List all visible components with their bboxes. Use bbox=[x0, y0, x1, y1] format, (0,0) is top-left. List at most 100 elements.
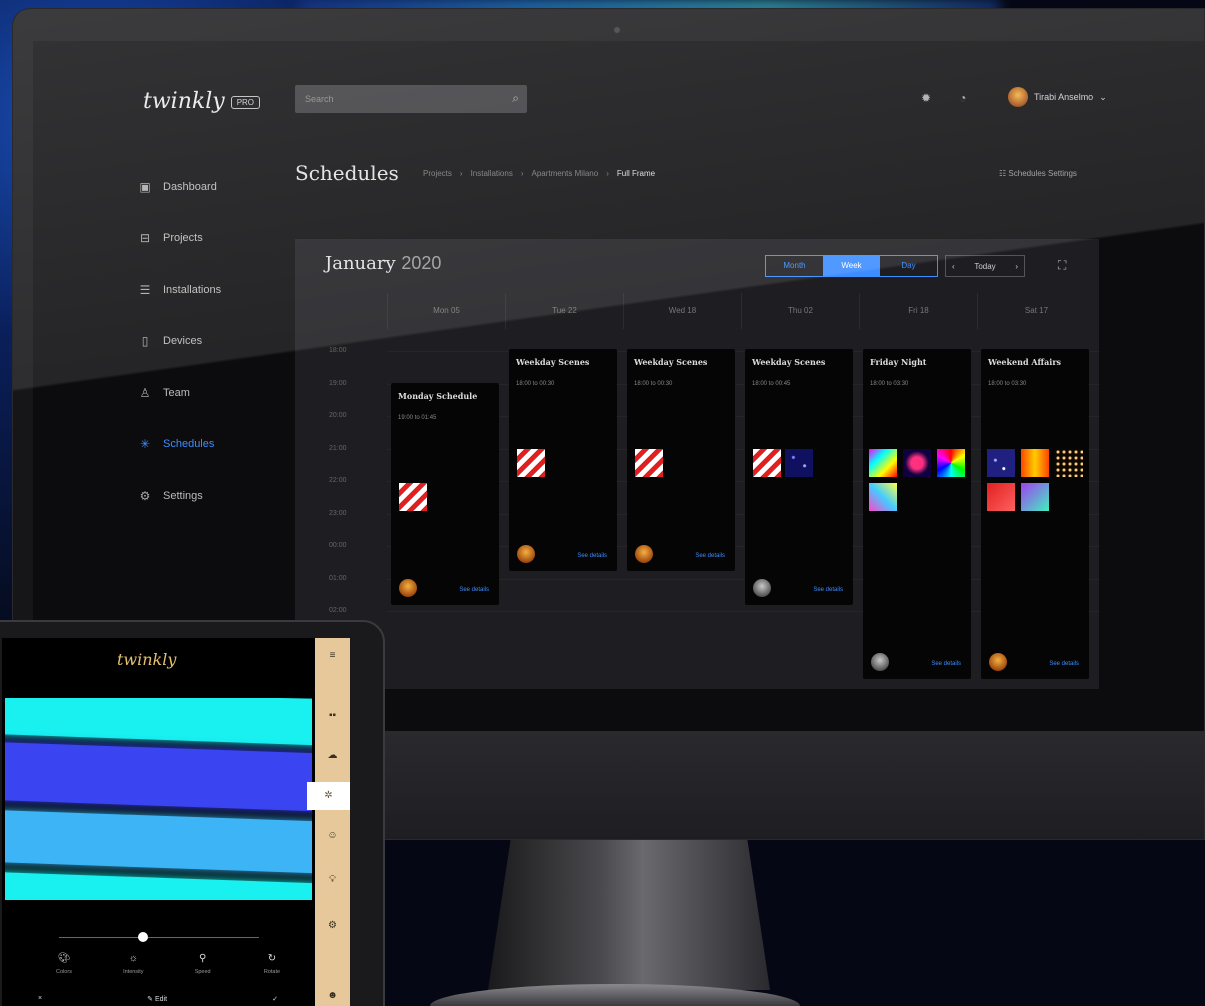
sidebar-item-label: Schedules bbox=[163, 438, 215, 451]
hour-label: 18:00 bbox=[329, 347, 347, 354]
sidebar-item-team[interactable]: ♙ Team bbox=[139, 367, 289, 419]
sidebar-item-schedules[interactable]: ✳ Schedules bbox=[139, 419, 289, 471]
effect-thumbnail bbox=[517, 449, 545, 477]
sidebar-item-projects[interactable]: ⊟ Projects bbox=[139, 213, 289, 265]
schedule-event[interactable]: Weekday Scenes 18:00 to 00:30 See details bbox=[509, 349, 617, 571]
sidebar-item-label: Dashboard bbox=[163, 180, 217, 193]
breadcrumb-separator: › bbox=[459, 169, 463, 178]
see-details-link[interactable]: See details bbox=[695, 553, 725, 559]
effect-thumbnail bbox=[635, 449, 663, 477]
schedule-event[interactable]: Weekday Scenes 18:00 to 00:45 See details bbox=[745, 349, 853, 605]
hour-label: 00:00 bbox=[329, 542, 347, 549]
see-details-link[interactable]: See details bbox=[813, 587, 843, 593]
effect-thumbnail bbox=[987, 483, 1015, 511]
view-day-button[interactable]: Day bbox=[880, 256, 937, 276]
sliders-icon: ☷ bbox=[999, 169, 1009, 178]
rotate-control[interactable]: ↻ Rotate bbox=[246, 953, 298, 975]
effect-thumbnail bbox=[1021, 449, 1049, 477]
settings-icon: ⚙ bbox=[139, 488, 151, 503]
search-input[interactable]: Search ⌕ bbox=[295, 85, 527, 113]
see-details-link[interactable]: See details bbox=[577, 553, 607, 559]
breadcrumb-item[interactable]: Installations bbox=[471, 169, 513, 178]
hour-label: 22:00 bbox=[329, 477, 347, 484]
edit-button[interactable]: ✎ Edit bbox=[147, 995, 167, 1003]
gear-icon[interactable]: ⚙ bbox=[315, 920, 350, 931]
avatar bbox=[517, 545, 535, 563]
breadcrumb: Projects › Installations › Apartments Mila… bbox=[423, 169, 655, 178]
fullscreen-icon[interactable]: ⛶ bbox=[1058, 258, 1066, 273]
bell-icon[interactable]: ◔ bbox=[959, 91, 966, 105]
event-time: 18:00 to 00:30 bbox=[634, 381, 673, 387]
view-week-button[interactable]: Week bbox=[823, 256, 880, 276]
sidebar-item-installations[interactable]: ☰ Installations bbox=[139, 264, 289, 316]
day-header: Mon 05 bbox=[387, 293, 505, 329]
breadcrumb-item[interactable]: Projects bbox=[423, 169, 452, 178]
avatar bbox=[1008, 87, 1028, 107]
settings-icon[interactable]: ✹ bbox=[921, 91, 931, 105]
sun-icon: ☼ bbox=[128, 953, 138, 964]
event-time: 18:00 to 03:30 bbox=[870, 381, 909, 387]
breadcrumb-item[interactable]: Apartments Milano bbox=[532, 169, 599, 178]
menu-icon[interactable]: ≡ bbox=[315, 650, 350, 661]
schedule-event[interactable]: Weekend Affairs 18:00 to 03:30 See details bbox=[981, 349, 1089, 679]
breadcrumb-separator: › bbox=[520, 169, 524, 178]
palette-icon: 🎨︎ bbox=[57, 953, 71, 964]
date-navigator: ‹ Today › bbox=[945, 255, 1025, 277]
slider-knob[interactable] bbox=[138, 932, 148, 942]
day-header: Fri 18 bbox=[859, 293, 977, 329]
calendar-month: January 2020 bbox=[325, 253, 441, 274]
dashboard-icon: ▣ bbox=[139, 179, 151, 194]
calendar: January 2020 Month Week Day ‹ Today › ⛶ … bbox=[295, 239, 1099, 689]
year-label: 2020 bbox=[401, 253, 442, 273]
cloud-icon[interactable]: ☁ bbox=[315, 750, 350, 761]
sidebar-item-devices[interactable]: ▯ Devices bbox=[139, 316, 289, 368]
speed-control[interactable]: ⚲ Speed bbox=[177, 953, 229, 975]
sidebar-item-settings[interactable]: ⚙ Settings bbox=[139, 470, 289, 522]
event-title: Weekday Scenes bbox=[634, 357, 708, 367]
event-time: 18:00 to 00:45 bbox=[752, 381, 791, 387]
today-button[interactable]: Today bbox=[974, 262, 995, 271]
sidebar-item-dashboard[interactable]: ▣ Dashboard bbox=[139, 161, 289, 213]
user-menu[interactable]: Tirabi Anselmo ⌄ bbox=[1008, 87, 1107, 107]
next-icon[interactable]: › bbox=[1015, 262, 1018, 271]
control-label: Colors bbox=[56, 969, 72, 975]
avatar bbox=[753, 579, 771, 597]
bulb-icon[interactable]: 💡︎ bbox=[315, 874, 350, 885]
hour-label: 19:00 bbox=[329, 379, 347, 387]
prev-icon[interactable]: ‹ bbox=[952, 262, 955, 271]
projects-icon: ⊟ bbox=[139, 231, 151, 246]
search-placeholder: Search bbox=[305, 94, 334, 104]
control-label: Intensity bbox=[123, 969, 144, 975]
event-title: Weekend Affairs bbox=[988, 357, 1062, 367]
search-icon[interactable]: ⌕ bbox=[512, 91, 519, 106]
event-time: 18:00 to 03:30 bbox=[988, 381, 1027, 387]
effect-thumbnail bbox=[987, 449, 1015, 477]
smile-icon[interactable]: ☺ bbox=[315, 830, 350, 841]
effect-slider[interactable] bbox=[59, 932, 259, 942]
profile-icon[interactable]: ☻ bbox=[315, 990, 350, 1001]
see-details-link[interactable]: See details bbox=[931, 661, 961, 667]
brand-name: twinkly bbox=[143, 89, 225, 114]
intensity-control[interactable]: ☼ Intensity bbox=[107, 953, 159, 975]
confirm-button[interactable]: ✓ bbox=[272, 995, 278, 1003]
control-label: Rotate bbox=[263, 969, 281, 975]
hour-label: 01:00 bbox=[329, 574, 347, 582]
schedules-icon: ✳ bbox=[139, 437, 151, 452]
see-details-link[interactable]: See details bbox=[1049, 661, 1079, 667]
schedule-event[interactable]: Weekday Scenes 18:00 to 00:30 See details bbox=[627, 349, 735, 571]
cancel-button[interactable]: × bbox=[38, 995, 42, 1003]
app-logo[interactable]: twinkly PRO bbox=[143, 89, 261, 114]
view-month-button[interactable]: Month bbox=[766, 256, 823, 276]
camera-dot bbox=[614, 27, 620, 33]
schedule-settings-link[interactable]: ☷ Schedules Settings bbox=[999, 169, 1077, 178]
effects-icon[interactable]: ✲ bbox=[307, 782, 350, 810]
grid-icon[interactable]: ▪▪ bbox=[315, 710, 350, 721]
event-title: Monday Schedule bbox=[398, 391, 478, 401]
schedule-event[interactable]: Monday Schedule 19:00 to 01:45 See details bbox=[391, 383, 499, 605]
hour-label: 23:00 bbox=[329, 509, 347, 517]
light-band bbox=[5, 741, 312, 813]
see-details-link[interactable]: See details bbox=[459, 587, 489, 593]
colors-control[interactable]: 🎨︎ Colors bbox=[38, 953, 90, 975]
light-band bbox=[5, 809, 312, 875]
schedule-event[interactable]: Friday Night 18:00 to 03:30 See details bbox=[863, 349, 971, 679]
